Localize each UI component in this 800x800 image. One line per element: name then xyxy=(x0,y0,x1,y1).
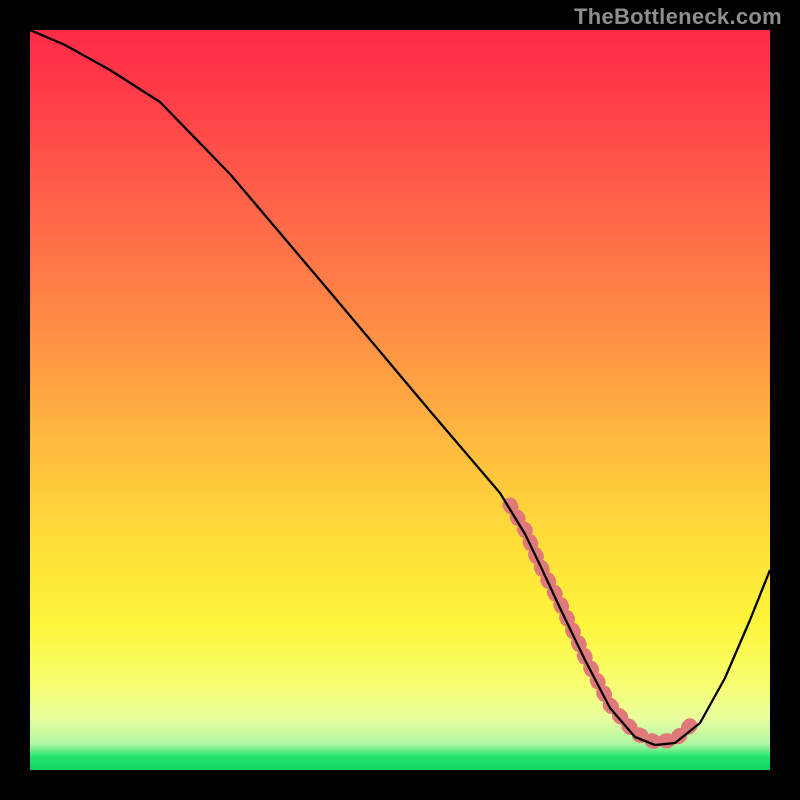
flat-minimum-segment xyxy=(510,505,695,742)
watermark-text: TheBottleneck.com xyxy=(574,4,782,30)
chart-stage: TheBottleneck.com xyxy=(0,0,800,800)
bottleneck-curve xyxy=(30,30,770,745)
curve-overlay xyxy=(30,30,770,770)
